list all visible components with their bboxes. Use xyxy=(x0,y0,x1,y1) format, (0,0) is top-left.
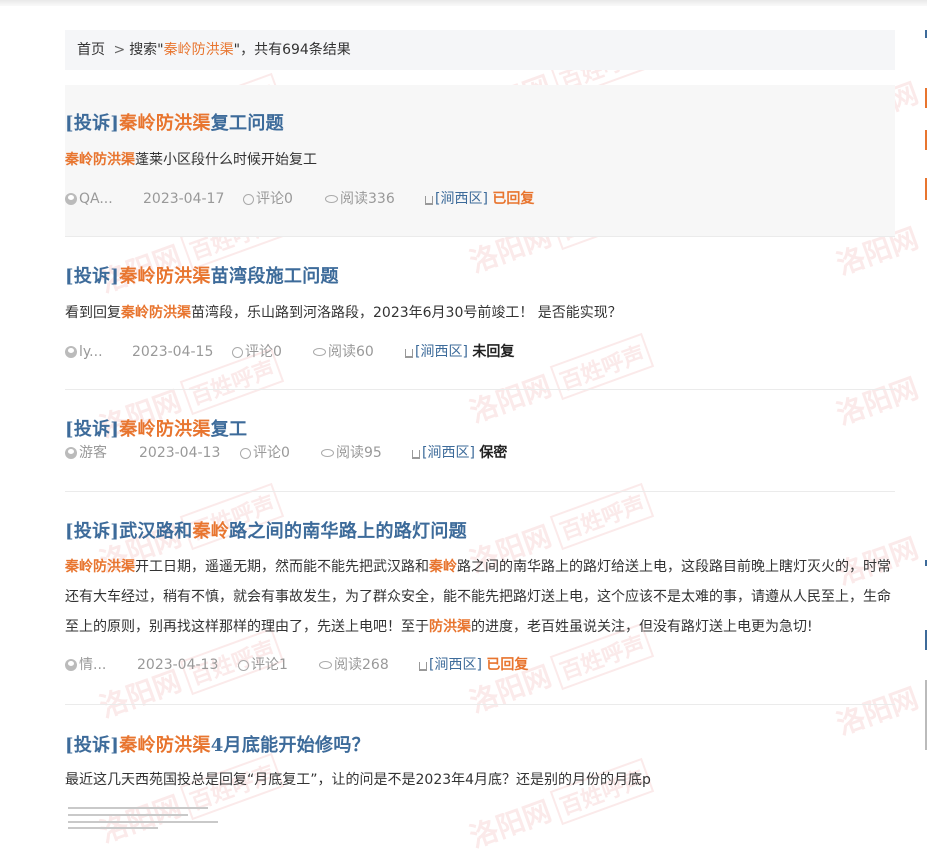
status-badge: 已回复 xyxy=(486,657,529,673)
location-icon xyxy=(419,662,427,671)
comment-count: 评论0 xyxy=(245,344,282,360)
eye-icon xyxy=(321,449,334,457)
result-thumbnail[interactable] xyxy=(68,805,218,830)
eye-icon xyxy=(313,348,326,356)
search-summary-prefix: 搜索" xyxy=(129,42,164,58)
comment-icon xyxy=(240,448,251,459)
status-badge: 保密 xyxy=(479,445,508,461)
eye-icon xyxy=(319,661,332,669)
read-count: 阅读268 xyxy=(334,657,389,673)
search-summary-suffix: "，共有694条结果 xyxy=(233,42,351,58)
top-bar xyxy=(0,0,927,6)
result-description: 最近这几天西苑国投总是回复“月底复工”，让的问是不是2023年4月底？还是别的月… xyxy=(65,772,651,788)
comment-icon xyxy=(232,347,243,358)
status-badge: 已回复 xyxy=(492,191,535,207)
status-badge: 未回复 xyxy=(472,344,515,360)
result-description: 秦岭防洪渠开工日期，遥遥无期，然而能不能先把武汉路和秦岭路之间的南华路上的路灯给… xyxy=(65,559,891,635)
result-title-link[interactable]: [投诉]秦岭防洪渠苗湾段施工问题 xyxy=(65,262,339,288)
search-keyword: 秦岭防洪渠 xyxy=(163,42,234,58)
eye-icon xyxy=(325,195,338,203)
post-date: 2023-04-13 xyxy=(137,657,219,673)
user-icon xyxy=(65,193,77,205)
region-link[interactable]: [涧西区] xyxy=(422,445,475,461)
comment-count: 评论1 xyxy=(251,657,288,673)
result-description: 看到回复秦岭防洪渠苗湾段，乐山路到河洛路段，2023年6月30号前竣工！ 是否能… xyxy=(65,305,622,321)
location-icon xyxy=(405,349,413,358)
breadcrumb: 首页 > 搜索"秦岭防洪渠"，共有694条结果 xyxy=(65,30,895,70)
right-edge-strip xyxy=(921,0,927,830)
read-count: 阅读336 xyxy=(340,191,395,207)
user-icon xyxy=(65,659,77,671)
author-name: 游客 xyxy=(79,445,107,461)
breadcrumb-home-link[interactable]: 首页 xyxy=(77,42,105,58)
location-icon xyxy=(425,196,433,205)
result-item: [投诉]武汉路和秦岭路之间的南华路上的路灯问题 秦岭防洪渠开工日期，遥遥无期，然… xyxy=(65,492,895,705)
result-title-link[interactable]: [投诉]秦岭防洪渠复工问题 xyxy=(65,109,284,135)
comment-count: 评论0 xyxy=(256,191,293,207)
breadcrumb-separator: > xyxy=(113,42,126,58)
read-count: 阅读60 xyxy=(328,344,374,360)
result-item: [投诉]秦岭防洪渠复工 游客 2023-04-13 评论0 阅读95 [涧西区]… xyxy=(65,390,895,492)
result-title-link[interactable]: [投诉]秦岭防洪渠4月底能开始修吗？ xyxy=(65,731,370,757)
post-date: 2023-04-13 xyxy=(139,445,221,461)
result-item: [投诉]秦岭防洪渠苗湾段施工问题 看到回复秦岭防洪渠苗湾段，乐山路到河洛路段，2… xyxy=(65,237,895,390)
result-item: [投诉]秦岭防洪渠复工问题 秦岭防洪渠蓬莱小区段什么时候开始复工 QA... 2… xyxy=(65,85,895,237)
result-description: 秦岭防洪渠蓬莱小区段什么时候开始复工 xyxy=(65,152,317,168)
user-icon xyxy=(65,447,77,459)
region-link[interactable]: [涧西区] xyxy=(415,344,468,360)
comment-icon xyxy=(238,660,249,671)
result-title-link[interactable]: [投诉]秦岭防洪渠复工 xyxy=(65,415,247,441)
author-name: QA... xyxy=(79,191,113,207)
comment-icon xyxy=(243,194,254,205)
read-count: 阅读95 xyxy=(336,445,382,461)
post-date: 2023-04-17 xyxy=(143,191,225,207)
result-title-link[interactable]: [投诉]武汉路和秦岭路之间的南华路上的路灯问题 xyxy=(65,517,467,543)
author-name: ly... xyxy=(79,344,103,360)
user-icon xyxy=(65,346,77,358)
region-link[interactable]: [涧西区] xyxy=(435,191,488,207)
author-name: 情... xyxy=(79,657,107,673)
region-link[interactable]: [涧西区] xyxy=(429,657,482,673)
location-icon xyxy=(412,450,420,459)
comment-count: 评论0 xyxy=(253,445,290,461)
post-date: 2023-04-15 xyxy=(132,344,214,360)
